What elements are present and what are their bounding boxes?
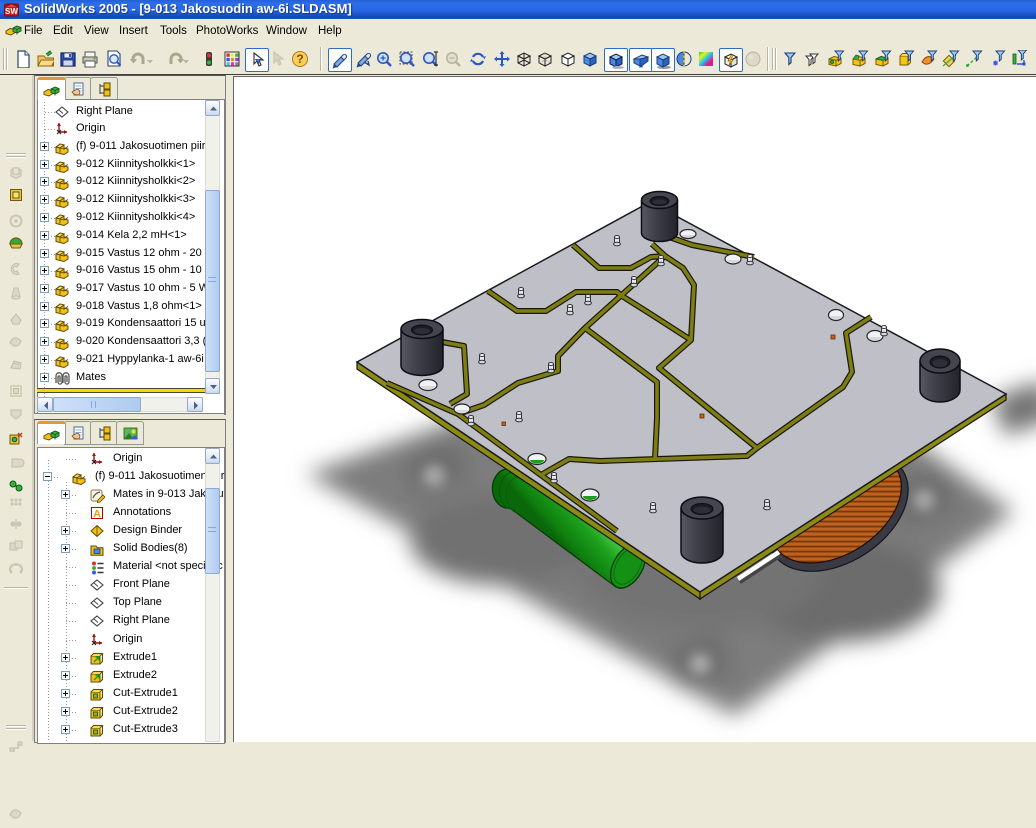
svg-text:A: A (93, 508, 101, 520)
svg-text:?: ? (296, 52, 303, 66)
svg-text:SW: SW (5, 7, 18, 16)
